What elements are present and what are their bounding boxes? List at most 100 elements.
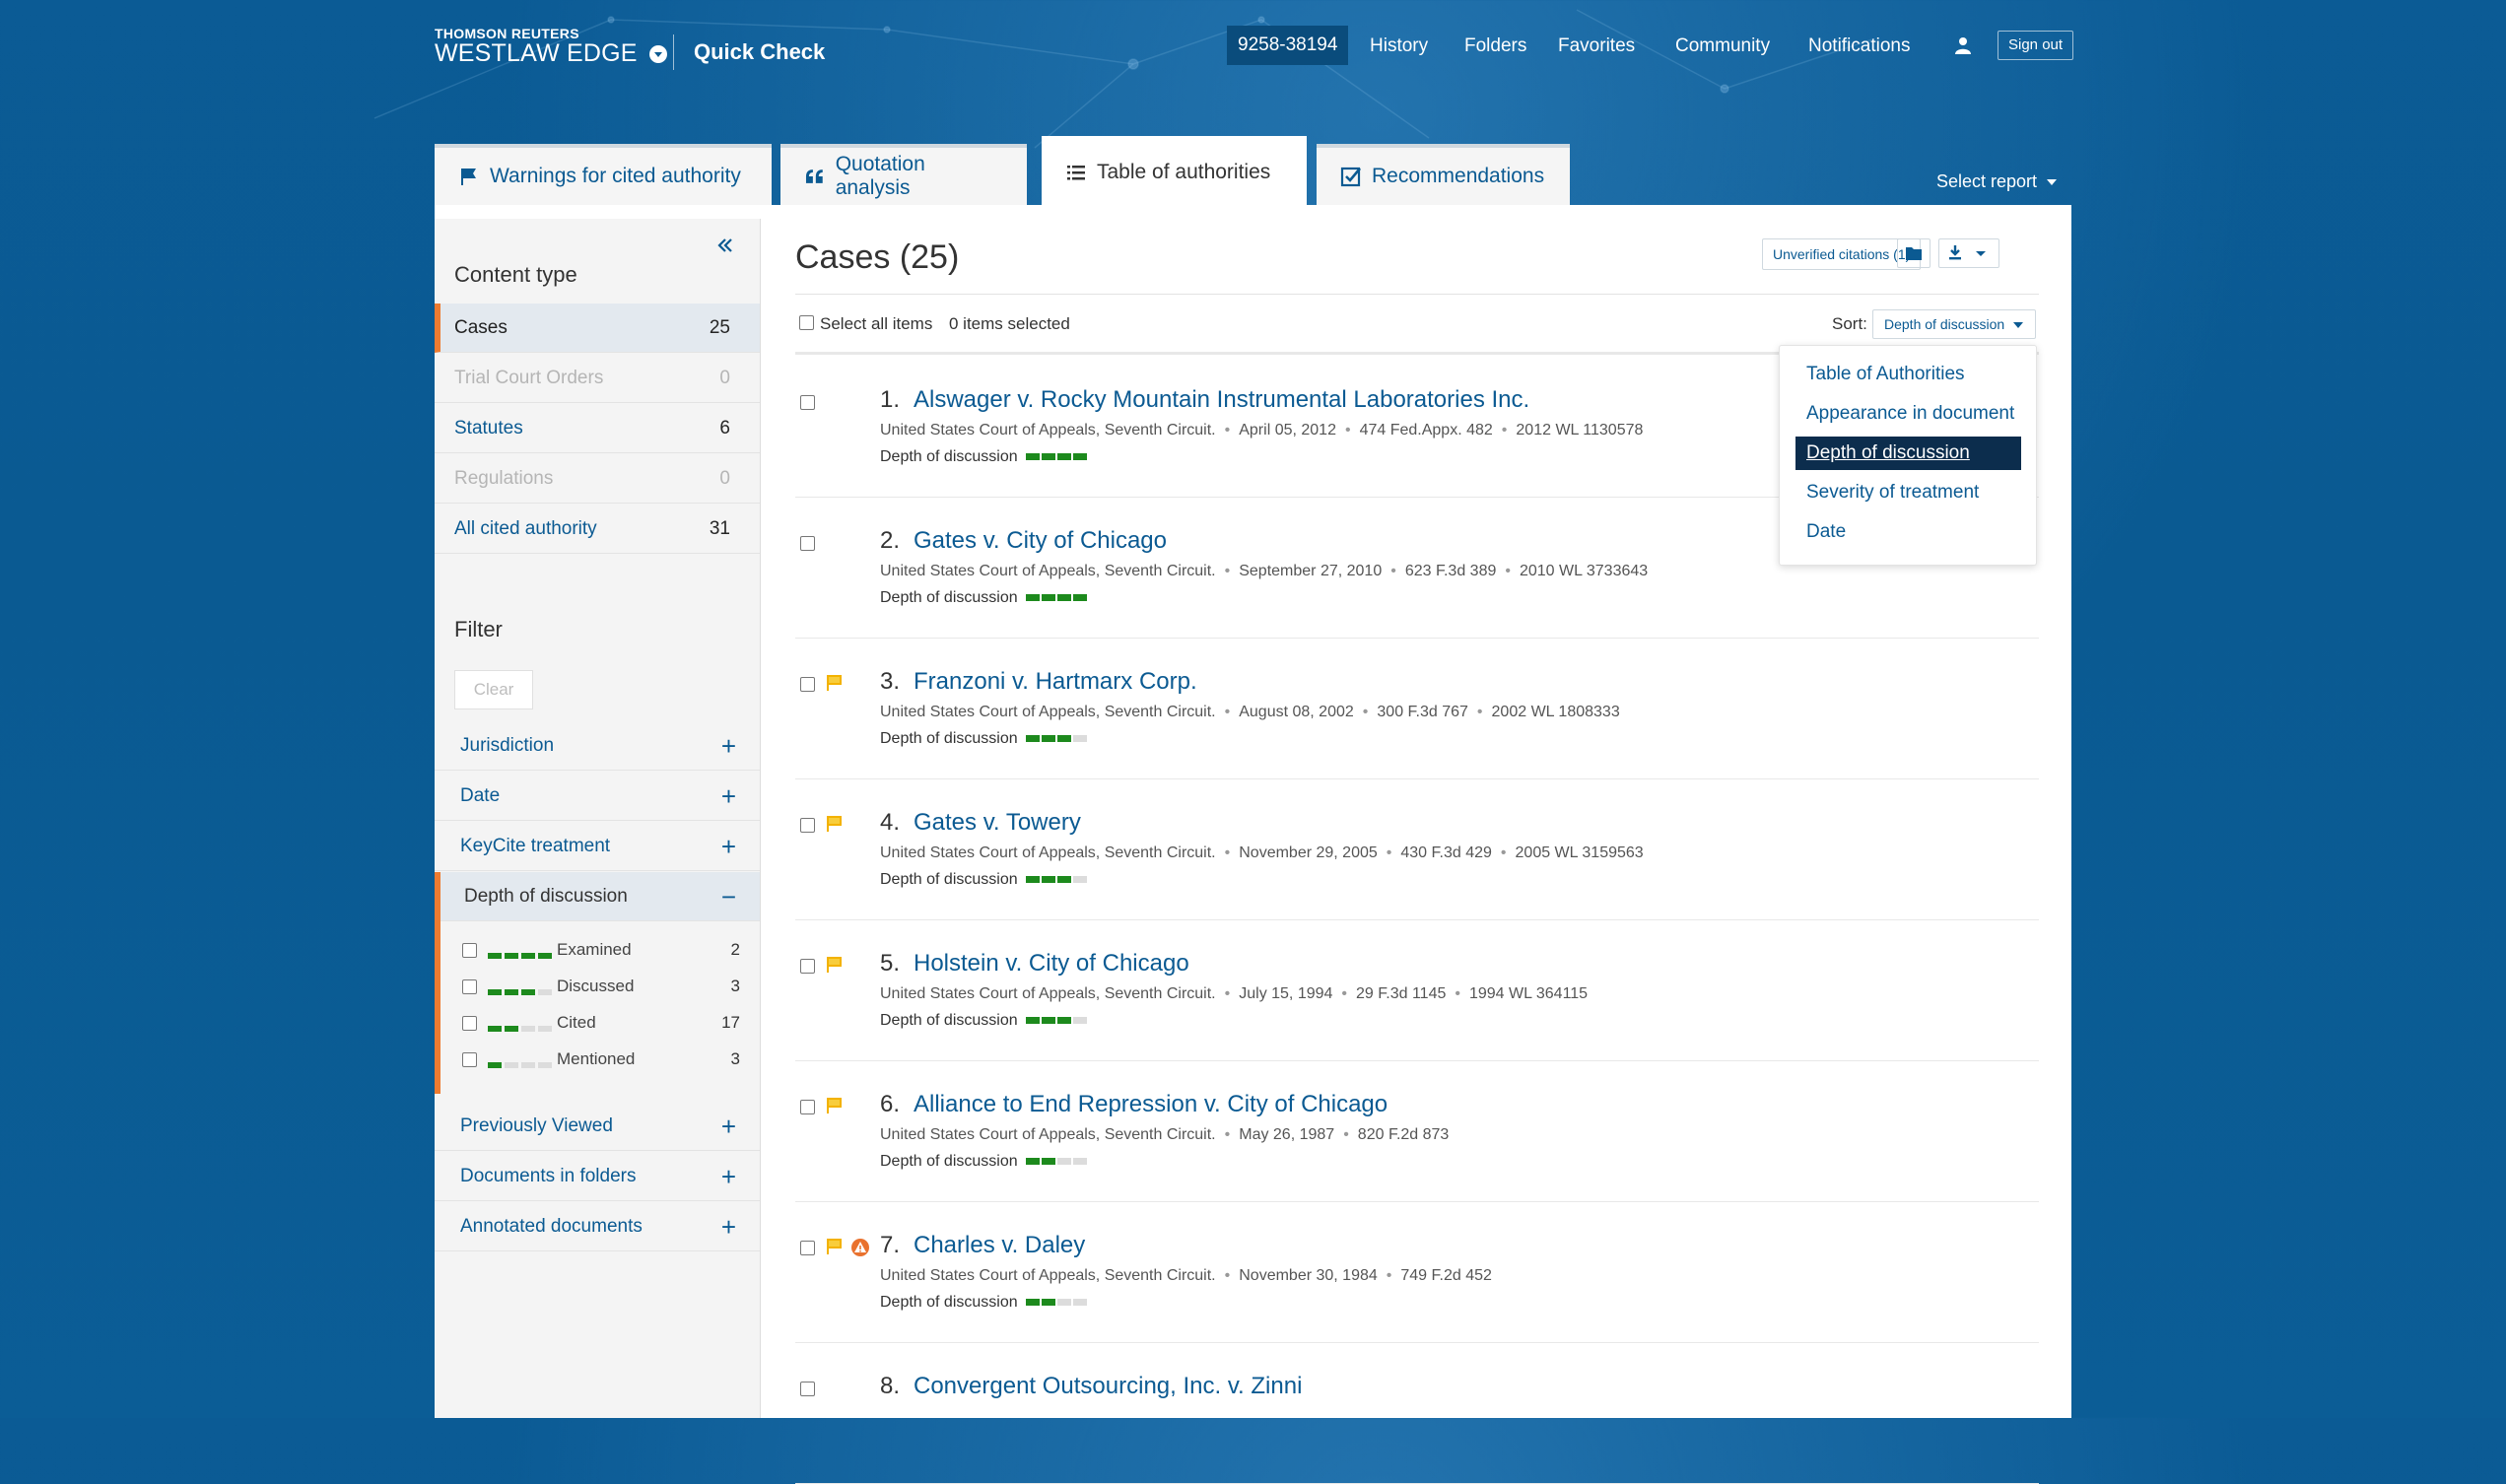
nav-folders[interactable]: Folders <box>1464 35 1526 57</box>
filter-previously-viewed[interactable]: Previously Viewed + <box>435 1102 760 1151</box>
filter-date[interactable]: Date + <box>435 772 760 821</box>
yellow-flag-icon[interactable] <box>825 814 845 834</box>
content-type-heading: Content type <box>454 262 577 287</box>
filter-jurisdiction[interactable]: Jurisdiction + <box>435 721 760 771</box>
sign-out-button[interactable]: Sign out <box>1998 31 2074 60</box>
case-metadata: United States Court of Appeals, Seventh … <box>880 1267 1492 1285</box>
case-checkbox[interactable] <box>800 1100 815 1114</box>
case-title-link[interactable]: Convergent Outsourcing, Inc. v. Zinni <box>914 1373 1302 1400</box>
case-depth: Depth of discussion <box>880 589 1089 607</box>
case-title-link[interactable]: Charles v. Daley <box>914 1232 1085 1259</box>
filter-keycite-treatment[interactable]: KeyCite treatment + <box>435 822 760 871</box>
depth-bar <box>1041 876 1055 884</box>
flag-icon <box>461 169 476 185</box>
case-cite1: 623 F.3d 389 <box>1404 563 1497 579</box>
select-all-checkbox[interactable] <box>799 315 814 330</box>
depth-bar <box>505 952 518 959</box>
case-checkbox[interactable] <box>800 395 815 410</box>
user-icon[interactable] <box>1953 35 1973 55</box>
tab-recommendations[interactable]: Recommendations <box>1317 144 1570 205</box>
select-all[interactable]: Select all items <box>799 314 932 334</box>
depth-option-mentioned[interactable]: Mentioned 3 <box>462 1049 748 1079</box>
case-title-link[interactable]: Gates v. City of Chicago <box>914 527 1167 555</box>
case-court: United States Court of Appeals, Seventh … <box>880 985 1216 1002</box>
sort-dropdown[interactable]: Depth of discussion <box>1872 309 2036 339</box>
sort-option-table-of-authorities[interactable]: Table of Authorities <box>1795 358 2021 391</box>
sort-option-severity[interactable]: Severity of treatment <box>1795 476 2021 509</box>
depth-option-discussed[interactable]: Discussed 3 <box>462 977 748 1006</box>
tab-table-of-authorities[interactable]: Table of authorities <box>1042 136 1307 205</box>
content-type-count: 25 <box>709 317 730 338</box>
yellow-flag-icon[interactable] <box>825 1237 845 1256</box>
yellow-flag-icon[interactable] <box>825 1096 845 1115</box>
content-type-cases[interactable]: Cases 25 <box>435 304 760 353</box>
case-cite1: 300 F.3d 767 <box>1377 704 1468 720</box>
brand-menu-chevron-icon[interactable] <box>648 44 667 63</box>
nav-history[interactable]: History <box>1370 35 1428 57</box>
depth-bar <box>505 1061 518 1068</box>
case-number: 3. <box>880 668 901 695</box>
nav-notifications[interactable]: Notifications <box>1808 35 1911 57</box>
case-title-link[interactable]: Alswager v. Rocky Mountain Instrumental … <box>914 386 1529 414</box>
sort-option-appearance[interactable]: Appearance in document <box>1795 397 2021 431</box>
product-name: Quick Check <box>694 39 826 64</box>
case-checkbox[interactable] <box>800 959 815 974</box>
items-selected-count: 0 items selected <box>949 314 1070 333</box>
select-report-dropdown[interactable]: Select report <box>1936 171 2057 192</box>
depth-label: Depth of discussion <box>880 871 1018 888</box>
depth-label: Depth of discussion <box>880 730 1018 747</box>
filter-annotated-documents[interactable]: Annotated documents + <box>435 1202 760 1251</box>
case-checkbox[interactable] <box>800 677 815 692</box>
filter-depth-of-discussion[interactable]: Depth of discussion − <box>435 872 760 921</box>
case-metadata: United States Court of Appeals, Seventh … <box>880 422 1643 439</box>
depth-option-checkbox[interactable] <box>462 979 477 994</box>
download-button[interactable] <box>1938 238 1999 268</box>
collapse-sidebar-icon[interactable] <box>714 235 736 256</box>
case-title-link[interactable]: Holstein v. City of Chicago <box>914 950 1189 978</box>
depth-bar <box>1025 1158 1040 1166</box>
separator-dot: • <box>1390 563 1396 579</box>
case-title-link[interactable]: Gates v. Towery <box>914 809 1081 837</box>
depth-bar <box>538 952 552 959</box>
warning-icon[interactable] <box>850 1238 870 1257</box>
case-checkbox[interactable] <box>800 818 815 833</box>
brand-logo[interactable]: THOMSON REUTERS WESTLAW EDGE <box>435 26 667 68</box>
sort-option-date[interactable]: Date <box>1795 515 2021 549</box>
depth-bar <box>1025 1017 1040 1025</box>
sort-option-depth-of-discussion[interactable]: Depth of discussion <box>1795 437 2021 470</box>
case-court: United States Court of Appeals, Seventh … <box>880 1267 1216 1284</box>
depth-bar <box>1072 876 1087 884</box>
clear-filter-button[interactable]: Clear <box>454 670 533 709</box>
depth-bars <box>1025 1153 1089 1170</box>
content-type-all-cited-authority[interactable]: All cited authority 31 <box>435 505 760 554</box>
client-id-button[interactable]: 9258-38194 <box>1227 26 1349 65</box>
case-title-link[interactable]: Franzoni v. Hartmarx Corp. <box>914 668 1197 696</box>
depth-option-checkbox[interactable] <box>462 1016 477 1031</box>
depth-option-checkbox[interactable] <box>462 1052 477 1067</box>
case-cite1: 749 F.2d 452 <box>1400 1267 1492 1284</box>
filter-documents-in-folders[interactable]: Documents in folders + <box>435 1152 760 1201</box>
nav-favorites[interactable]: Favorites <box>1558 35 1635 57</box>
content-type-label: Trial Court Orders <box>454 368 604 388</box>
depth-option-count: 3 <box>730 977 740 995</box>
depth-option-cited[interactable]: Cited 17 <box>462 1013 748 1043</box>
separator-dot: • <box>1500 844 1507 861</box>
case-checkbox[interactable] <box>800 1382 815 1396</box>
yellow-flag-icon[interactable] <box>825 673 845 693</box>
case-checkbox[interactable] <box>800 536 815 551</box>
depth-bar <box>521 988 535 995</box>
depth-option-examined[interactable]: Examined 2 <box>462 940 748 970</box>
case-depth: Depth of discussion <box>880 1294 1089 1312</box>
tab-warnings[interactable]: Warnings for cited authority <box>435 144 772 205</box>
case-title-link[interactable]: Alliance to End Repression v. City of Ch… <box>914 1091 1388 1118</box>
case-court: United States Court of Appeals, Seventh … <box>880 844 1216 861</box>
content-type-statutes[interactable]: Statutes 6 <box>435 404 760 453</box>
tab-quotation[interactable]: Quotation analysis <box>780 144 1027 205</box>
depth-bar <box>538 1061 552 1068</box>
case-checkbox[interactable] <box>800 1241 815 1255</box>
nav-community[interactable]: Community <box>1675 35 1770 57</box>
folder-button[interactable] <box>1897 238 1930 268</box>
depth-option-checkbox[interactable] <box>462 943 477 958</box>
yellow-flag-icon[interactable] <box>825 955 845 975</box>
depth-bar <box>1056 1158 1071 1166</box>
